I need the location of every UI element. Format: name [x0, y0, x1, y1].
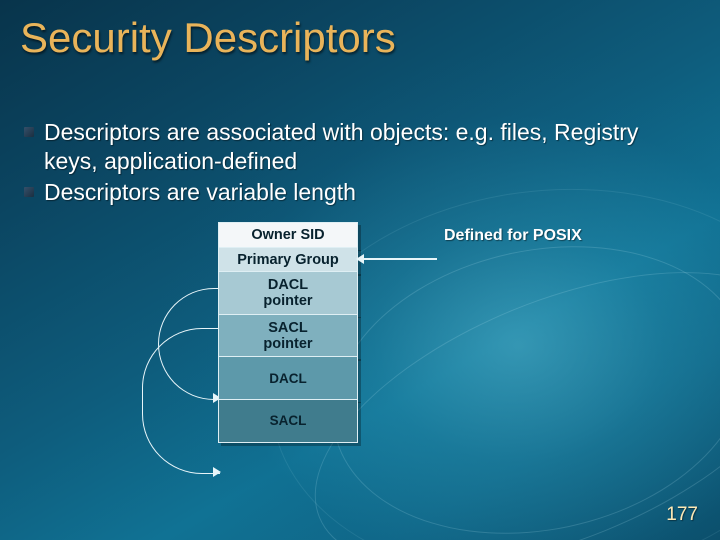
bullet-list: Descriptors are associated with objects:…	[44, 118, 684, 208]
diagram-cell-sacl: SACL	[218, 399, 358, 443]
slide: Security Descriptors Descriptors are ass…	[0, 0, 720, 540]
diagram-cell-primary-group: Primary Group	[218, 247, 358, 273]
diagram-cell-owner-sid: Owner SID	[218, 222, 358, 248]
diagram-cell-dacl: DACL	[218, 356, 358, 400]
arrow-head-icon	[213, 467, 221, 477]
posix-annotation: Defined for POSIX	[444, 227, 582, 245]
bullet-item: Descriptors are associated with objects:…	[44, 118, 684, 176]
slide-title: Security Descriptors	[20, 14, 396, 62]
diagram-cell-dacl-pointer: DACL pointer	[218, 271, 358, 315]
pointer-arc-sacl	[142, 328, 220, 474]
page-number: 177	[666, 504, 698, 526]
cell-label: SACL pointer	[263, 320, 312, 352]
bullet-marker-icon	[24, 127, 34, 137]
bullet-marker-icon	[24, 187, 34, 197]
diagram-cell-sacl-pointer: SACL pointer	[218, 314, 358, 358]
descriptor-diagram: Owner SID Primary Group DACL pointer SAC…	[218, 222, 358, 443]
bullet-item: Descriptors are variable length	[44, 178, 684, 207]
bullet-text: Descriptors are associated with objects:…	[44, 119, 638, 174]
posix-arrow	[363, 258, 437, 260]
bullet-text: Descriptors are variable length	[44, 179, 356, 205]
cell-label: DACL pointer	[263, 277, 312, 309]
